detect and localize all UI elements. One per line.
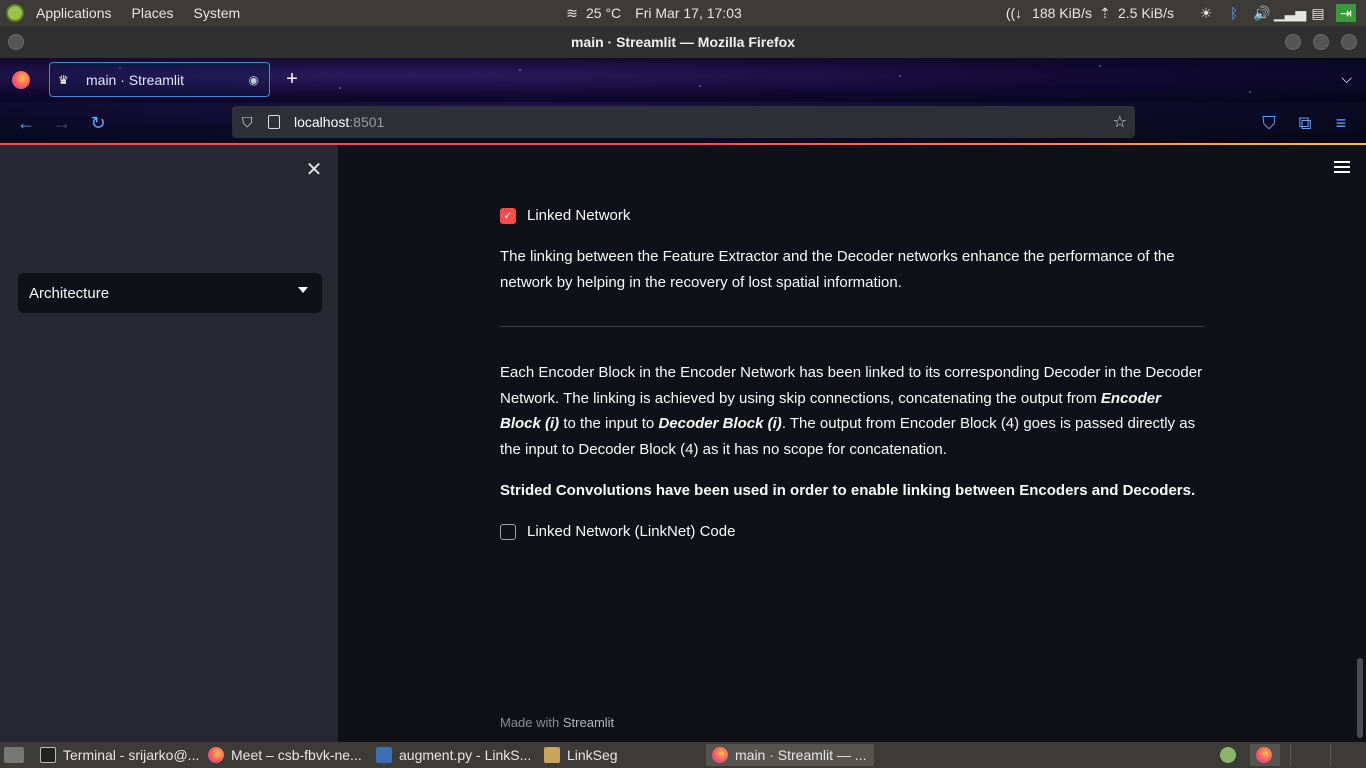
folder-icon xyxy=(544,747,560,763)
weather-icon: ≋ xyxy=(566,4,578,21)
distro-logo-icon[interactable] xyxy=(6,4,24,22)
forward-button[interactable]: → xyxy=(51,112,73,134)
section-selectbox[interactable]: Architecture xyxy=(18,273,322,313)
footer: Made with Streamlit xyxy=(500,715,614,730)
list-all-tabs-chevron-icon[interactable]: ⌵ xyxy=(1341,70,1352,87)
bookmark-star-icon[interactable]: ☆ xyxy=(1113,112,1127,132)
streamlit-favicon-icon: ♛ xyxy=(58,72,69,87)
para-text-1: Each Encoder Block in the Encoder Networ… xyxy=(500,364,1203,407)
tab-label: main · Streamlit xyxy=(86,71,185,88)
tab-audio-icon[interactable]: ◉ xyxy=(249,73,259,87)
brightness-icon[interactable]: ☀ xyxy=(1196,4,1216,22)
clock[interactable]: Fri Mar 17, 17:03 xyxy=(635,5,742,21)
firefox-icon xyxy=(1256,747,1272,763)
bluetooth-icon[interactable]: ᛒ xyxy=(1224,4,1244,22)
back-button[interactable]: ← xyxy=(15,112,37,134)
window-title: main · Streamlit — Mozilla Firefox xyxy=(570,34,796,50)
linked-network-checkbox[interactable]: ✓ Linked Network xyxy=(500,207,630,224)
show-desktop-button[interactable] xyxy=(0,744,34,766)
firefox-icon xyxy=(712,747,728,763)
linking-description: The linking between the Feature Extracto… xyxy=(500,248,1175,291)
url-host: localhost xyxy=(294,114,350,130)
taskbar-label: main · Streamlit — ... xyxy=(735,747,867,763)
url-bar[interactable]: ⛉ localhost :8501 ☆ xyxy=(232,106,1135,138)
tray-user-icon[interactable] xyxy=(1214,744,1244,766)
tray-firefox-workspace[interactable] xyxy=(1250,744,1280,766)
user-icon xyxy=(1220,747,1236,763)
logout-icon[interactable]: ⇥ xyxy=(1336,4,1356,22)
streamlit-main: ✓ Linked Network The linking between the… xyxy=(338,145,1366,742)
taskbar: Terminal - srijarko@... Meet – csb-fbvk-… xyxy=(0,742,1366,768)
taskbar-label: Meet – csb-fbvk-ne... xyxy=(231,747,362,763)
menu-applications[interactable]: Applications xyxy=(36,5,112,21)
checkbox-unchecked-icon[interactable] xyxy=(500,523,516,540)
checkbox-checked-icon[interactable]: ✓ xyxy=(500,207,516,224)
horizontal-divider xyxy=(500,326,1204,327)
firefox-icon xyxy=(208,747,224,763)
taskbar-label: LinkSeg xyxy=(567,747,618,763)
hamburger-menu-icon[interactable] xyxy=(1334,161,1350,173)
chevron-down-icon[interactable] xyxy=(298,287,308,293)
footer-prefix: Made with xyxy=(500,715,563,730)
tab-main-streamlit[interactable]: ♛ main · Streamlit ◉ xyxy=(49,62,270,97)
desktop-icon xyxy=(4,747,24,763)
upload-arrow-icon: ⇡ xyxy=(1099,4,1111,21)
signal-icon[interactable]: ▁▃▅ xyxy=(1274,4,1306,22)
checkbox-label[interactable]: Linked Network xyxy=(527,207,630,224)
app-menu-icon[interactable]: ≡ xyxy=(1330,112,1352,134)
workspace-3[interactable] xyxy=(1330,744,1366,766)
net-up-speed: 2.5 KiB/s xyxy=(1117,5,1174,21)
menu-places[interactable]: Places xyxy=(132,5,174,21)
checkbox-label[interactable]: Linked Network (LinkNet) Code xyxy=(527,523,735,540)
taskbar-label: augment.py - LinkS... xyxy=(399,747,532,763)
window-titlebar: main · Streamlit — Mozilla Firefox xyxy=(0,26,1366,58)
tracking-protection-shield-icon[interactable]: ⛉ xyxy=(242,114,256,130)
reload-button[interactable]: ↻ xyxy=(87,112,109,134)
minimize-button[interactable] xyxy=(1285,34,1301,50)
taskbar-item-augment[interactable]: augment.py - LinkS... xyxy=(370,744,536,766)
streamlit-sidebar: ✕ Architecture xyxy=(0,145,338,742)
linknet-code-checkbox[interactable]: Linked Network (LinkNet) Code xyxy=(500,523,735,540)
url-port: :8501 xyxy=(349,114,385,130)
page-info-icon[interactable] xyxy=(268,115,280,129)
extensions-icon[interactable]: ⧉ xyxy=(1294,112,1316,134)
scrollbar-thumb[interactable] xyxy=(1357,658,1363,738)
taskbar-item-terminal[interactable]: Terminal - srijarko@... xyxy=(34,744,200,766)
tab-bar: ♛ main · Streamlit ◉ + ⌵ xyxy=(0,58,1366,102)
menu-system[interactable]: System xyxy=(194,5,241,21)
encoder-decoder-description: Each Encoder Block in the Encoder Networ… xyxy=(500,360,1204,462)
clipboard-icon[interactable]: ▤ xyxy=(1308,4,1328,22)
firefox-menu-icon[interactable] xyxy=(12,71,30,89)
close-window-button[interactable] xyxy=(1341,34,1357,50)
strided-conv-note: Strided Convolutions have been used in o… xyxy=(500,482,1196,499)
taskbar-item-streamlit[interactable]: main · Streamlit — ... xyxy=(706,744,874,766)
taskbar-item-meet[interactable]: Meet – csb-fbvk-ne... xyxy=(202,744,368,766)
taskbar-item-linkseg[interactable]: LinkSeg xyxy=(538,744,704,766)
volume-icon[interactable]: 🔊 xyxy=(1252,4,1272,22)
new-tab-button[interactable]: + xyxy=(282,68,302,90)
system-top-panel: Applications Places System ≋ 25 °C Fri M… xyxy=(0,0,1366,26)
taskbar-label: Terminal - srijarko@... xyxy=(63,747,200,763)
navigation-bar: ← → ↻ ⛉ localhost :8501 ☆ ⛉ ⧉ ≡ xyxy=(0,102,1366,144)
selectbox-value: Architecture xyxy=(29,284,110,302)
pocket-icon[interactable]: ⛉ xyxy=(1258,112,1280,134)
streamlit-link[interactable]: Streamlit xyxy=(563,715,614,730)
scrollbar[interactable] xyxy=(1356,189,1364,738)
window-menu-button[interactable] xyxy=(8,34,24,50)
emphasis-decoder-block: Decoder Block (i) xyxy=(658,415,782,432)
net-down-speed: 188 KiB/s xyxy=(1032,5,1092,21)
para-text-2: to the input to xyxy=(559,415,659,432)
workspace-2[interactable] xyxy=(1290,744,1330,766)
network-activity-icon: ((↓ xyxy=(1005,5,1023,21)
close-sidebar-icon[interactable]: ✕ xyxy=(303,159,325,181)
weather-temp[interactable]: 25 °C xyxy=(586,5,621,21)
terminal-icon xyxy=(40,747,56,763)
maximize-button[interactable] xyxy=(1313,34,1329,50)
text-editor-icon xyxy=(376,747,392,763)
